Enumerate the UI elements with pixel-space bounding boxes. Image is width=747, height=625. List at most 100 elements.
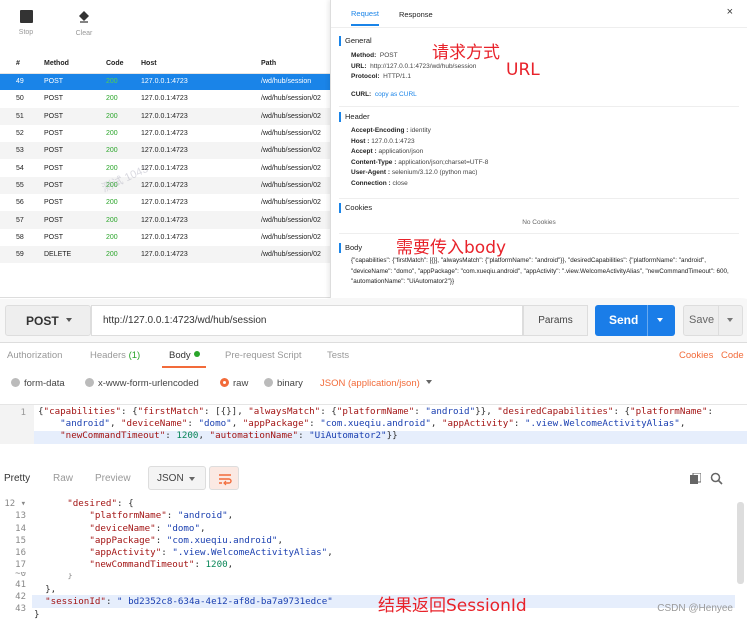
table-row[interactable]: 50 POST 200 127.0.0.1:4723/wd/hub/session/0… <box>0 90 330 107</box>
radio-urlencoded[interactable]: x-www-form-urlencoded <box>85 378 199 389</box>
response-body-viewer[interactable]: 12 ▾ 13 14 15 16 17 ~0 41 42 43 "desired": { "pla… <box>0 498 747 625</box>
stop-button[interactable]: Stop <box>6 10 46 36</box>
clear-button[interactable]: Clear <box>64 10 104 37</box>
search-icon[interactable] <box>710 472 723 485</box>
col-header-num[interactable]: # <box>0 54 32 74</box>
request-body-code[interactable]: {"capabilities": {"firstMatch": [{}], "a… <box>38 406 746 442</box>
cell-code: 200 <box>98 107 133 125</box>
cell-host: 127.0.0.1:4723 <box>141 95 188 103</box>
chevron-down-icon[interactable] <box>727 318 733 322</box>
no-cookies-text: No Cookies <box>522 219 556 226</box>
cell-path: /wd/hub/session/02 <box>261 164 321 172</box>
divider <box>339 198 739 199</box>
tab-body[interactable]: Body <box>169 350 200 361</box>
csdn-credit: CSDN @Henyee <box>657 603 733 614</box>
cookies-link[interactable]: Cookies <box>679 350 713 361</box>
view-raw[interactable]: Raw <box>53 473 73 484</box>
tab-authorization[interactable]: Authorization <box>7 350 62 361</box>
cell-num: 59 <box>0 245 32 264</box>
cell-code: 200 <box>106 164 118 172</box>
col-header-method[interactable]: Method <box>32 54 98 74</box>
body-type-dropdown[interactable]: JSON (application/json) <box>320 378 432 389</box>
cell-method: POST <box>32 73 98 91</box>
code-link[interactable]: Code <box>721 350 744 361</box>
method-dropdown[interactable]: POST <box>5 305 91 336</box>
table-row[interactable]: 57 POST 200 127.0.0.1:4723/wd/hub/session/0… <box>0 211 330 229</box>
cell-method: POST <box>44 164 64 172</box>
cell-host: 127.0.0.1:4723 <box>141 233 188 241</box>
cell-method: POST <box>32 176 98 195</box>
cell-num: 55 <box>0 176 32 195</box>
tab-response[interactable]: Response <box>399 2 433 25</box>
header-item: Host : 127.0.0.1:4723 <box>351 137 415 145</box>
table-row[interactable]: 58 POST 200 127.0.0.1:4723/wd/hub/session/0… <box>0 229 330 246</box>
request-body-editor[interactable]: 1 {"capabilities": {"firstMatch": [{}], … <box>0 404 747 444</box>
cell-path: /wd/hub/session/02 <box>253 142 330 160</box>
table-row[interactable]: 56 POST 200 127.0.0.1:4723/wd/hub/session/0… <box>0 194 330 211</box>
view-preview[interactable]: Preview <box>95 473 131 484</box>
radio-icon <box>264 378 273 387</box>
col-header-code[interactable]: Code <box>98 54 133 74</box>
chevron-down-icon[interactable] <box>657 318 663 322</box>
cell-num: 53 <box>0 142 32 160</box>
tab-headers[interactable]: Headers (1) <box>90 350 140 361</box>
table-row[interactable]: 52 POST 200 127.0.0.1:4723/wd/hub/session/0… <box>0 125 330 142</box>
tab-request[interactable]: Request <box>351 1 379 26</box>
divider <box>339 106 739 107</box>
cell-num: 57 <box>0 211 32 229</box>
radio-raw[interactable]: raw <box>220 378 248 389</box>
request-bar: POST http://127.0.0.1:4723/wd/hub/sessio… <box>0 299 747 343</box>
cell-path: /wd/hub/session/02 <box>261 95 321 103</box>
tab-prerequest-script[interactable]: Pre-request Script <box>225 350 302 361</box>
scrollbar[interactable] <box>737 502 744 584</box>
cell-code: 200 <box>106 130 118 138</box>
close-icon[interactable]: × <box>727 6 733 18</box>
method-value: POST <box>26 314 59 328</box>
col-header-path[interactable]: Path <box>253 54 330 74</box>
cookies-title: Cookies <box>339 203 739 213</box>
copy-as-curl-link[interactable]: copy as CURL <box>375 91 417 98</box>
detail-tabs: Request Response <box>331 0 747 28</box>
params-button[interactable]: Params <box>523 305 588 336</box>
cell-host: 127.0.0.1:4723 <box>133 142 253 160</box>
cell-num: 52 <box>16 130 24 138</box>
save-button[interactable]: Save <box>683 305 743 336</box>
cell-host: 127.0.0.1:4723 <box>141 164 188 172</box>
table-header-row: # Method Code Host Path <box>0 54 330 74</box>
header-item: Accept-Encoding : identity <box>351 127 431 134</box>
col-header-host[interactable]: Host <box>133 54 253 74</box>
cell-method: POST <box>32 211 98 229</box>
tab-tests[interactable]: Tests <box>327 350 349 361</box>
send-button[interactable]: Send <box>595 305 675 336</box>
cell-code: 200 <box>98 142 133 160</box>
radio-binary[interactable]: binary <box>264 378 303 389</box>
format-dropdown[interactable]: JSON <box>148 466 206 490</box>
screenshot-root: Stop Clear # Method Code Host Path 49 PO… <box>0 0 747 625</box>
cell-code: 200 <box>106 233 118 241</box>
cell-code: 200 <box>98 211 133 229</box>
sniffer-toolbar: Stop Clear <box>0 0 330 50</box>
view-pretty[interactable]: Pretty <box>4 473 30 484</box>
table-row[interactable]: 49 POST 200 127.0.0.1:4723/wd/hub/session <box>0 73 330 91</box>
annotation-session-id: 结果返回SessionId <box>378 596 527 616</box>
cell-path: /wd/hub/session/02 <box>253 176 330 195</box>
cell-code: 200 <box>98 73 133 91</box>
active-dot-icon <box>193 351 200 357</box>
cell-host: 127.0.0.1:4723 <box>133 176 253 195</box>
table-row[interactable]: 54 POST 200 127.0.0.1:4723/wd/hub/session/0… <box>0 159 330 176</box>
stop-icon <box>19 10 33 23</box>
table-row[interactable]: 59 DELETE 200 127.0.0.1:4723/wd/hub/session… <box>0 245 330 264</box>
copy-icon[interactable] <box>690 473 701 484</box>
cell-num: 56 <box>16 199 24 207</box>
wrap-lines-button[interactable] <box>209 466 239 490</box>
cell-method: POST <box>32 107 98 125</box>
table-row[interactable]: 51 POST 200 127.0.0.1:4723/wd/hub/session/0… <box>0 107 330 125</box>
table-row[interactable]: 53 POST 200 127.0.0.1:4723/wd/hub/session/0… <box>0 142 330 160</box>
table-row[interactable]: 55 POST 200 127.0.0.1:4723/wd/hub/session/0… <box>0 176 330 195</box>
radio-icon <box>11 378 20 387</box>
url-input[interactable]: http://127.0.0.1:4723/wd/hub/session <box>91 305 523 336</box>
radio-selected-icon <box>220 378 229 387</box>
cell-code: 200 <box>98 245 133 264</box>
radio-form-data[interactable]: form-data <box>11 378 65 389</box>
cell-path: /wd/hub/session/02 <box>253 107 330 125</box>
